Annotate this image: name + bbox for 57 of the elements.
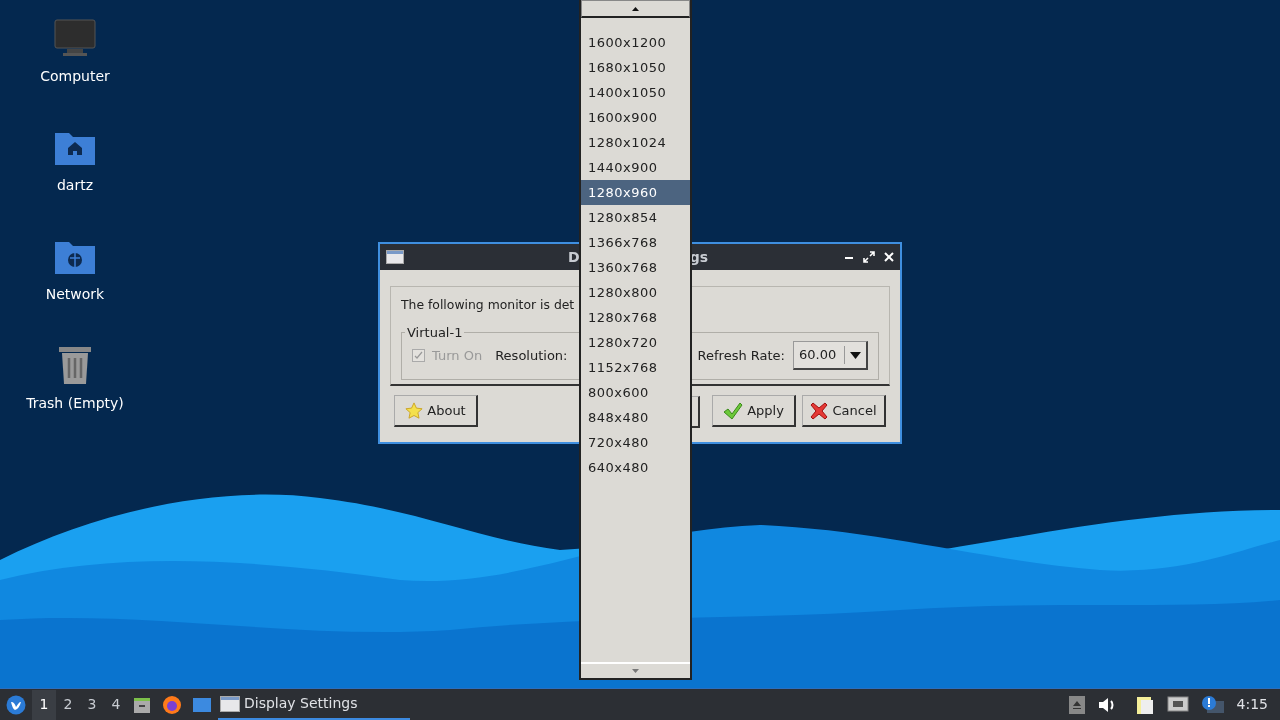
clipboard-icon[interactable] — [1134, 694, 1155, 715]
workspace-button[interactable]: 4 — [104, 689, 128, 720]
resolution-option[interactable]: 720x480 — [581, 430, 690, 455]
window-icon — [386, 250, 404, 264]
resolution-option[interactable]: 1600x1200 — [581, 30, 690, 55]
message-text: The following monitor is det — [401, 296, 575, 314]
check-icon — [414, 351, 423, 361]
resolution-option[interactable]: 1280x720 — [581, 330, 690, 355]
scroll-up-button[interactable] — [581, 0, 690, 18]
eject-icon[interactable] — [1068, 695, 1085, 714]
workspace-button[interactable]: 1 — [32, 689, 56, 720]
start-menu-icon[interactable] — [6, 694, 26, 715]
taskbar-task[interactable]: Display Settings — [218, 689, 410, 720]
resolution-option[interactable]: 1600x900 — [581, 105, 690, 130]
resolution-option[interactable]: 1280x1024 — [581, 130, 690, 155]
maximize-icon[interactable] — [862, 250, 876, 264]
resolution-option[interactable]: 800x600 — [581, 380, 690, 405]
desktop-icon-label[interactable]: dartz — [56, 175, 94, 196]
desktop-icon-label[interactable]: Network — [45, 284, 105, 305]
resolution-option[interactable]: 1400x1050 — [581, 80, 690, 105]
up-arrow-icon — [632, 6, 639, 11]
cancel-button[interactable]: Cancel — [802, 395, 886, 427]
network-icon[interactable] — [1166, 695, 1189, 714]
resolution-option[interactable]: 1280x960 — [581, 180, 690, 205]
browser-icon[interactable] — [162, 694, 182, 715]
resolution-option[interactable]: 1680x1050 — [581, 55, 690, 80]
resolution-option[interactable]: 1280x854 — [581, 205, 690, 230]
star-icon — [405, 401, 424, 420]
window-icon — [220, 695, 240, 712]
checkbox-label: Turn On — [432, 346, 483, 365]
desktop-icon-label[interactable]: Trash (Empty) — [26, 393, 124, 414]
down-arrow-icon — [632, 669, 639, 673]
about-button[interactable]: About — [394, 395, 478, 427]
refresh-rate-dropdown[interactable]: 60.00 — [793, 341, 868, 371]
resolution-option[interactable]: 848x480 — [581, 405, 690, 430]
dropdown-arrow-icon — [850, 351, 861, 359]
resolution-label: Resolution: — [495, 346, 568, 365]
workspace-button[interactable]: 2 — [56, 689, 80, 720]
resolution-option[interactable]: 1440x900 — [581, 155, 690, 180]
resolution-option[interactable]: 1280x768 — [581, 305, 690, 330]
close-icon[interactable] — [882, 250, 896, 264]
refresh-rate-value: 60.00 — [798, 346, 838, 365]
monitor-icon — [53, 18, 97, 58]
apply-button[interactable]: Apply — [712, 395, 796, 427]
resolution-option[interactable]: 1152x768 — [581, 355, 690, 380]
checkmark-icon — [723, 401, 744, 420]
cross-icon — [810, 401, 829, 420]
window-title: D — [568, 247, 580, 267]
notification-icon[interactable] — [1200, 694, 1225, 715]
resolution-option[interactable]: 1360x768 — [581, 255, 690, 280]
resolution-option[interactable]: 640x480 — [581, 455, 690, 480]
resolution-option[interactable]: 1280x800 — [581, 280, 690, 305]
desktop-icon-label[interactable]: Computer — [40, 66, 110, 87]
refresh-rate-label: Refresh Rate: — [697, 346, 785, 365]
resolution-option[interactable]: 1366x768 — [581, 230, 690, 255]
workspace-button[interactable]: 3 — [80, 689, 104, 720]
clock[interactable]: 4:15 — [1236, 694, 1268, 715]
